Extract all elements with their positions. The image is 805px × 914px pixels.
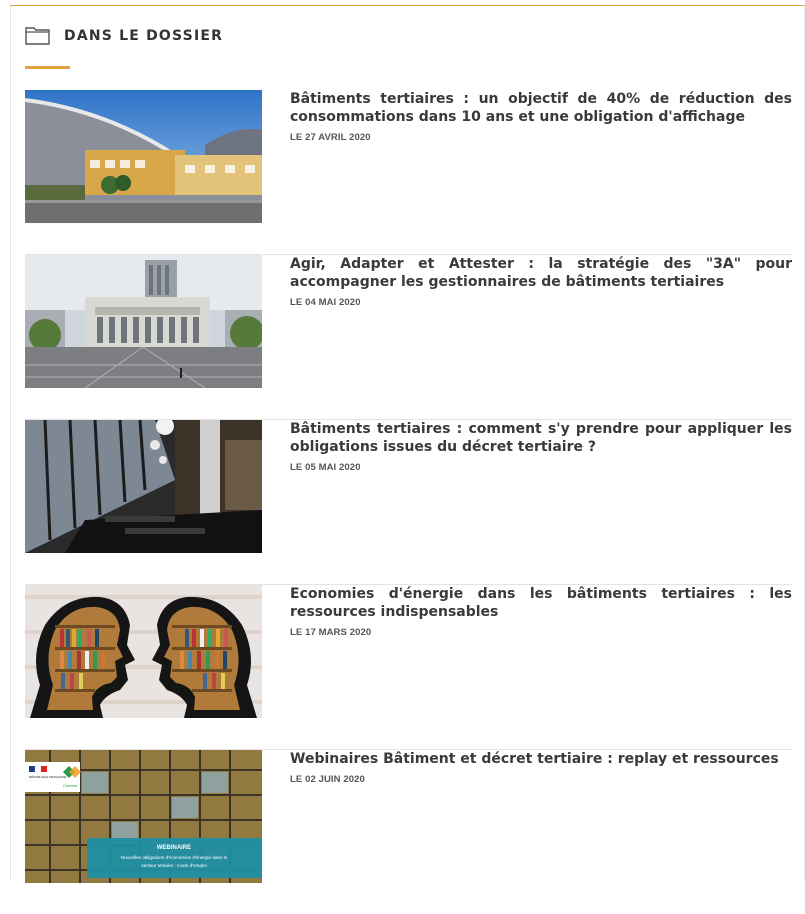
list-item: Bâtiments tertiaires : un objectif de 40… (25, 90, 792, 255)
article-date: LE 05 MAI 2020 (290, 462, 361, 473)
thumb-logo-left: RÉPUBLIQUE FRANÇAISE (29, 774, 66, 779)
thumb-line-1: Nouvelles obligations d'économies d'éner… (121, 855, 228, 860)
folder-icon (25, 26, 50, 45)
list-item: Economies d'énergie dans les bâtiments t… (25, 585, 792, 750)
article-date: LE 04 MAI 2020 (290, 297, 361, 308)
article-thumbnail-bookshelf-heads[interactable] (25, 585, 262, 718)
article-title-link[interactable]: Agir, Adapter et Attester : la stratégie… (290, 255, 792, 291)
thumb-line-2: secteur tertiaire : mode d'emploi (141, 863, 206, 868)
list-item: Agir, Adapter et Attester : la stratégie… (25, 255, 792, 420)
article-list: Bâtiments tertiaires : un objectif de 40… (25, 90, 792, 914)
article-date: LE 02 JUIN 2020 (290, 774, 365, 785)
article-title-link[interactable]: Economies d'énergie dans les bâtiments t… (290, 585, 792, 621)
article-thumbnail-interior[interactable] (25, 420, 262, 553)
article-date: LE 27 AVRIL 2020 (290, 132, 371, 143)
section-title: DANS LE DOSSIER (64, 27, 224, 44)
article-title-link[interactable]: Webinaires Bâtiment et décret tertiaire … (290, 750, 792, 768)
dossier-panel: DANS LE DOSSIER Bâtiments tertiaires: u… (10, 5, 805, 883)
article-thumbnail-webinaire[interactable]: RÉPUBLIQUE FRANÇAISE Cerema WEBINAIRE No… (25, 750, 262, 883)
list-item: RÉPUBLIQUE FRANÇAISE Cerema WEBINAIRE No… (25, 750, 792, 914)
article-date: LE 17 MARS 2020 (290, 627, 372, 638)
article-title-link[interactable]: Bâtiments tertiaires : comment s'y prend… (290, 420, 792, 456)
article-title-link[interactable]: Bâtiments tertiaires : un objectif de 40… (290, 90, 792, 126)
article-thumbnail-stadium[interactable] (25, 90, 262, 223)
thumb-logo-right: Cerema (63, 783, 78, 788)
list-item: Bâtiments tertiaires : comment s'y prend… (25, 420, 792, 585)
title-accent-bar (25, 66, 70, 69)
section-header: DANS LE DOSSIER (25, 26, 223, 45)
thumb-heading: WEBINAIRE (157, 845, 191, 851)
article-thumbnail-building[interactable] (25, 255, 262, 388)
